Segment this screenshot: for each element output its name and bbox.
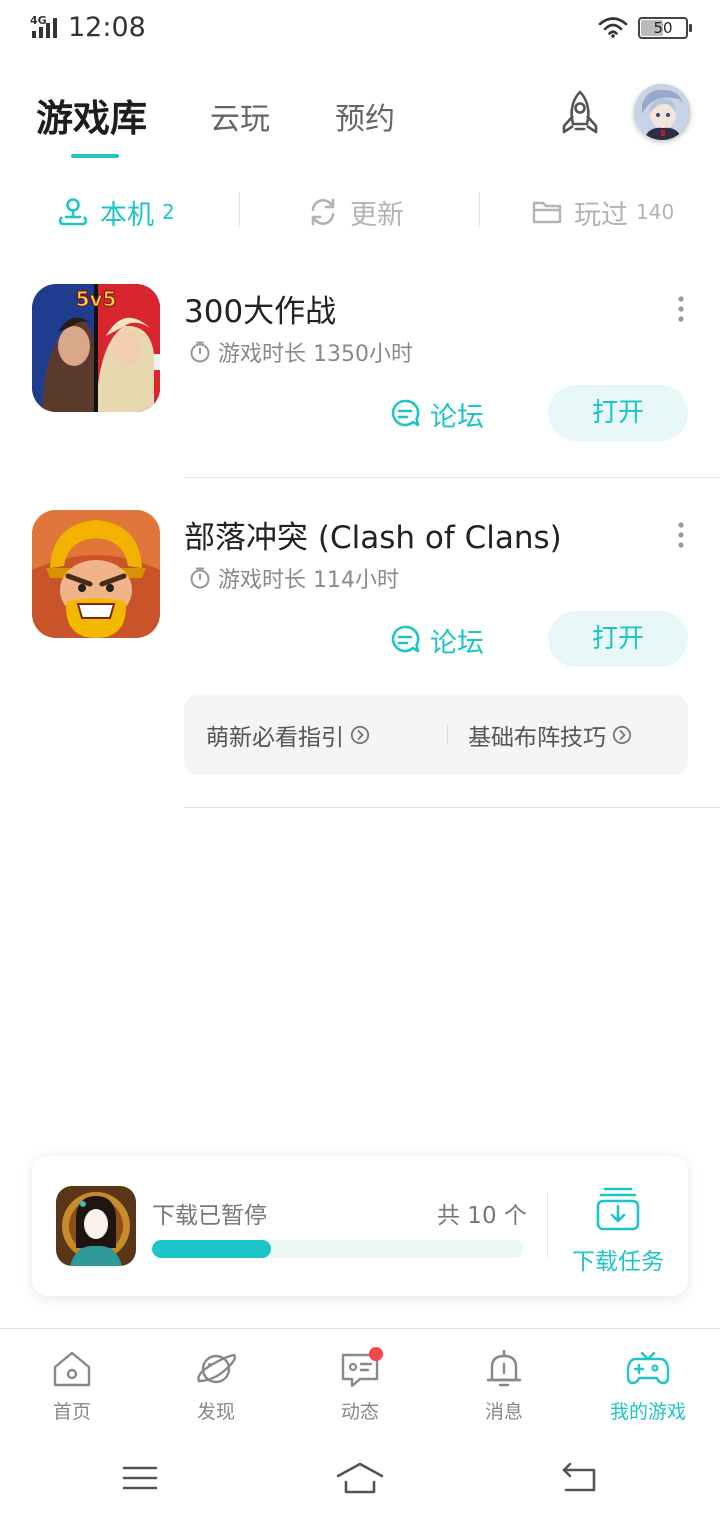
chevron-right-circle-icon bbox=[350, 725, 370, 745]
subtab-played-label: 玩过 bbox=[574, 199, 628, 231]
open-button[interactable]: 打开 bbox=[548, 385, 688, 441]
download-panel[interactable]: 下载已暂停 共 10 个 下载任务 bbox=[32, 1156, 688, 1296]
status-bar: 4G 12:08 50 bbox=[0, 0, 720, 58]
bell-icon bbox=[486, 1349, 522, 1387]
play-time: 游戏时长 114小时 bbox=[188, 562, 399, 594]
game-icon-300[interactable]: 5v5 bbox=[32, 284, 160, 412]
guide-divider bbox=[447, 725, 448, 745]
downloading-game-icon bbox=[56, 1186, 136, 1266]
bottom-navigation: 首页 发现 动态 消息 我的游戏 bbox=[0, 1328, 720, 1438]
forum-button[interactable]: 论坛 bbox=[388, 394, 484, 434]
forum-label: 论坛 bbox=[430, 627, 484, 659]
tab-reservation[interactable]: 预约 bbox=[335, 94, 395, 138]
open-button[interactable]: 打开 bbox=[548, 611, 688, 667]
guide-link-beginner[interactable]: 萌新必看指引 bbox=[206, 695, 370, 775]
svg-text:4G: 4G bbox=[30, 14, 47, 27]
download-status: 下载已暂停 bbox=[152, 1203, 267, 1229]
subtab-local[interactable]: 本机 2 bbox=[56, 190, 175, 234]
nav-home[interactable]: 首页 bbox=[17, 1347, 127, 1424]
battery-level: 50 bbox=[653, 19, 673, 37]
notification-badge bbox=[369, 1347, 383, 1361]
status-time: 12:08 bbox=[68, 12, 146, 43]
home-icon bbox=[53, 1351, 91, 1387]
nav-discover-label: 发现 bbox=[196, 1401, 235, 1423]
menu-icon[interactable] bbox=[116, 1458, 164, 1498]
forum-icon bbox=[391, 399, 420, 427]
game-icon-clash[interactable] bbox=[32, 510, 160, 638]
download-total: 共 10 个 bbox=[437, 1203, 527, 1229]
guide-link-layout[interactable]: 基础布阵技巧 bbox=[468, 695, 632, 775]
play-time: 游戏时长 1350小时 bbox=[188, 336, 413, 368]
timer-icon bbox=[190, 567, 210, 589]
download-progress-bar bbox=[152, 1240, 524, 1258]
signal-icon: 4G bbox=[30, 14, 57, 38]
subtab-divider bbox=[239, 192, 240, 228]
tab-cloud-play[interactable]: 云玩 bbox=[210, 94, 270, 138]
download-tasks-label: 下载任务 bbox=[572, 1249, 664, 1275]
game-icon-image bbox=[32, 510, 160, 638]
folder-icon bbox=[532, 201, 562, 224]
tab-game-library[interactable]: 游戏库 bbox=[36, 88, 147, 142]
play-time-text: 游戏时长 114小时 bbox=[218, 568, 399, 593]
nav-feed[interactable]: 动态 bbox=[305, 1347, 415, 1424]
nav-messages-label: 消息 bbox=[484, 1401, 523, 1423]
guide-link-label: 萌新必看指引 bbox=[206, 725, 344, 751]
refresh-icon bbox=[311, 198, 335, 226]
back-icon[interactable] bbox=[556, 1458, 604, 1498]
nav-home-label: 首页 bbox=[52, 1401, 91, 1423]
rocket-icon[interactable] bbox=[554, 88, 606, 140]
system-navigation bbox=[0, 1440, 720, 1520]
user-avatar[interactable] bbox=[634, 84, 690, 140]
subtab-local-count: 2 bbox=[162, 200, 175, 224]
downloading-game-image bbox=[56, 1186, 136, 1266]
device-user-icon bbox=[58, 198, 88, 226]
subtab-update[interactable]: 更新 bbox=[306, 190, 404, 234]
more-options-icon[interactable] bbox=[668, 294, 694, 324]
avatar-image bbox=[634, 84, 690, 140]
guide-links: 萌新必看指引 基础布阵技巧 bbox=[184, 695, 688, 775]
planet-icon bbox=[197, 1353, 237, 1384]
active-tab-indicator bbox=[71, 154, 119, 158]
subtab-local-label: 本机 bbox=[100, 199, 154, 231]
system-home-icon[interactable] bbox=[336, 1458, 384, 1498]
forum-icon bbox=[391, 625, 420, 653]
nav-discover[interactable]: 发现 bbox=[161, 1347, 271, 1424]
subtab-played[interactable]: 玩过 140 bbox=[530, 190, 674, 234]
chevron-right-circle-icon bbox=[612, 725, 632, 745]
more-options-icon[interactable] bbox=[668, 520, 694, 550]
subtab-update-label: 更新 bbox=[350, 199, 404, 231]
guide-link-label: 基础布阵技巧 bbox=[468, 725, 606, 751]
download-progress-fill bbox=[152, 1240, 272, 1258]
nav-feed-label: 动态 bbox=[340, 1401, 379, 1423]
wifi-icon bbox=[598, 17, 628, 38]
subtab-divider bbox=[479, 192, 480, 228]
nav-my-games-label: 我的游戏 bbox=[609, 1401, 686, 1423]
play-time-text: 游戏时长 1350小时 bbox=[218, 342, 413, 367]
game-title: 部落冲突 (Clash of Clans) bbox=[184, 520, 562, 556]
nav-my-games[interactable]: 我的游戏 bbox=[593, 1347, 703, 1424]
game-title: 300大作战 bbox=[184, 294, 337, 330]
game-icon-label: 5v5 bbox=[76, 287, 117, 311]
download-tray-icon bbox=[596, 1187, 640, 1231]
subtab-played-count: 140 bbox=[636, 200, 675, 224]
gamepad-icon bbox=[626, 1351, 670, 1385]
forum-label: 论坛 bbox=[430, 401, 484, 433]
forum-button[interactable]: 论坛 bbox=[388, 620, 484, 660]
timer-icon bbox=[190, 341, 210, 363]
sub-tabs: 本机 2 更新 玩过 140 bbox=[0, 190, 720, 234]
nav-messages[interactable]: 消息 bbox=[449, 1347, 559, 1424]
game-icon-image: 5v5 bbox=[32, 284, 160, 412]
row-divider bbox=[184, 477, 720, 478]
battery-indicator: 50 bbox=[638, 17, 692, 39]
row-divider bbox=[184, 807, 720, 808]
header: 游戏库 云玩 预约 bbox=[0, 70, 720, 170]
download-tasks-button[interactable]: 下载任务 bbox=[564, 1180, 672, 1280]
download-divider bbox=[547, 1192, 548, 1258]
